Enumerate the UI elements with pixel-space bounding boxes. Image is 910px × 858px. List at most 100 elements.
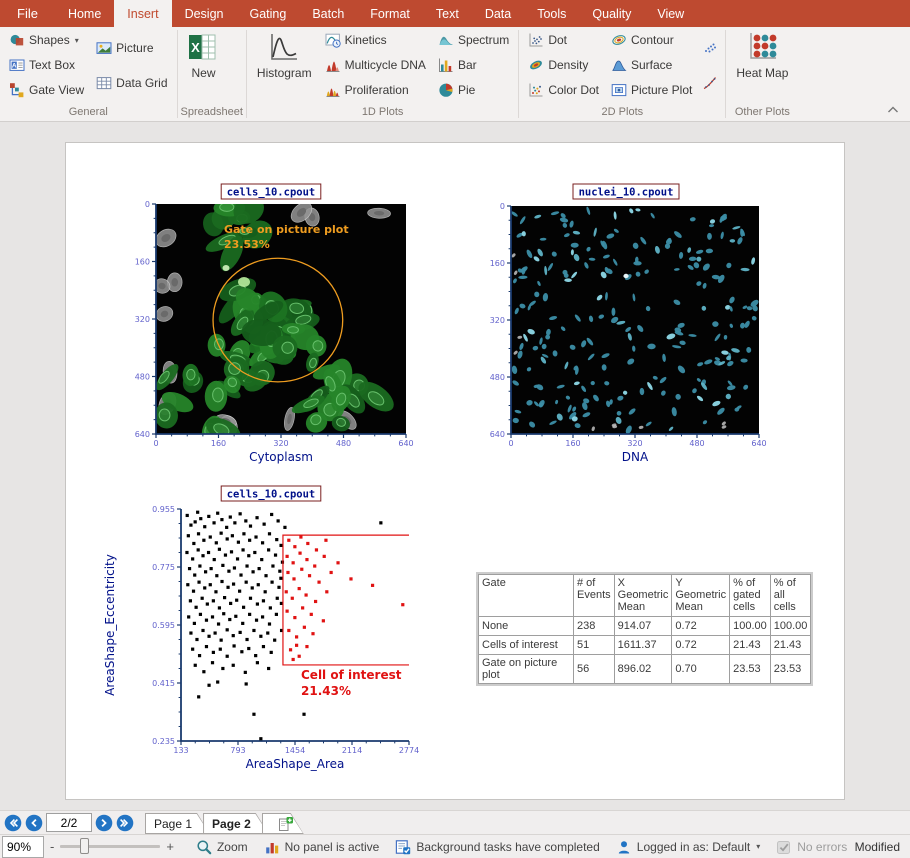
gate-percent-label: 21.43% xyxy=(301,684,351,698)
layout-page[interactable]: cells_10.cpout Gate on picture plot 23.53%… xyxy=(65,142,845,800)
gate-view-button[interactable]: Gate View xyxy=(6,80,87,100)
plot-title: cells_10.cpout xyxy=(227,187,316,199)
picture-icon xyxy=(96,40,112,56)
x-axis-label: AreaShape_Area xyxy=(246,757,345,771)
panel-bars-icon xyxy=(264,839,280,855)
document-canvas[interactable]: cells_10.cpout Gate on picture plot 23.53%… xyxy=(0,122,910,810)
tab-home[interactable]: Home xyxy=(55,0,114,27)
mini-trend-plot-button[interactable] xyxy=(699,73,721,93)
density-plot-button[interactable]: Density xyxy=(525,55,602,75)
zoom-slider[interactable] xyxy=(60,845,160,848)
y-tick-label: 160 xyxy=(490,259,505,268)
picture-plot-nuclei[interactable]: nuclei_10.cpout0160320480640016032048064… xyxy=(486,181,786,469)
table-row: Cells of interest511611.370.7221.4321.43 xyxy=(479,636,811,655)
proliferation-button[interactable]: Proliferation xyxy=(322,80,429,100)
zoom-slider-thumb[interactable] xyxy=(80,838,89,854)
tab-data[interactable]: Data xyxy=(472,0,524,27)
zoom-percent-input[interactable] xyxy=(2,836,44,858)
first-page-button[interactable] xyxy=(4,814,22,832)
surface-plot-button[interactable]: Surface xyxy=(608,55,695,75)
last-page-button[interactable] xyxy=(116,814,134,832)
tab-insert[interactable]: Insert xyxy=(114,0,171,27)
mini-dot-plot-button[interactable] xyxy=(699,38,721,58)
collapse-ribbon-button[interactable] xyxy=(885,102,901,118)
x-tick-label: 0 xyxy=(508,439,513,448)
heat-map-label: Heat Map xyxy=(736,66,788,80)
tab-gating[interactable]: Gating xyxy=(236,0,299,27)
previous-page-button[interactable] xyxy=(25,814,43,832)
table-cell: 51 xyxy=(574,636,615,655)
shapes-button[interactable]: Shapes▾ xyxy=(6,30,87,50)
picture-plot-cells[interactable]: cells_10.cpoutGate on picture plot23.53%… xyxy=(131,181,421,469)
color-dot-button[interactable]: Color Dot xyxy=(525,80,602,100)
scatter-series xyxy=(185,511,382,741)
zoom-in-button[interactable]: + xyxy=(160,839,180,854)
surface-plot-icon xyxy=(611,57,627,73)
y-tick-label: 160 xyxy=(135,257,150,266)
gate-label[interactable]: Cell of interest xyxy=(301,668,402,682)
proliferation-label: Proliferation xyxy=(345,83,409,97)
dot-plot-icon xyxy=(528,32,544,48)
dot-plot-button[interactable]: Dot xyxy=(525,30,602,50)
ribbon: Shapes▾ AText Box Gate View Picture Data… xyxy=(0,27,910,122)
next-page-button[interactable] xyxy=(95,814,113,832)
multicycle-dna-icon xyxy=(325,57,341,73)
login-status[interactable]: Logged in as: Default▾ xyxy=(616,839,760,855)
background-tasks-icon xyxy=(395,839,411,855)
y-tick-label: 480 xyxy=(135,372,150,381)
gate-label[interactable]: Gate on picture plot xyxy=(224,223,349,236)
x-tick-label: 133 xyxy=(173,746,188,755)
status-bar: - + Zoom No panel is active Background t… xyxy=(0,834,910,858)
picture-button[interactable]: Picture xyxy=(93,38,170,58)
tab-format[interactable]: Format xyxy=(357,0,423,27)
table-header-cell: % of all cells xyxy=(770,575,811,617)
contour-plot-button[interactable]: Contour xyxy=(608,30,695,50)
tab-quality[interactable]: Quality xyxy=(579,0,644,27)
new-spreadsheet-label: New xyxy=(192,66,216,80)
ribbon-group-other-plots: Heat Map Other Plots xyxy=(726,27,798,121)
zoom-out-button[interactable]: - xyxy=(44,839,60,854)
histogram-button[interactable]: Histogram xyxy=(250,28,319,80)
group-label-1d-plots: 1D Plots xyxy=(250,104,515,121)
data-grid-button[interactable]: Data Grid xyxy=(93,73,170,93)
picture-plot-icon xyxy=(611,82,627,98)
new-spreadsheet-button[interactable]: XNew xyxy=(181,28,227,80)
page-position-indicator[interactable]: 2/2 xyxy=(46,813,92,832)
table-cell: Gate on picture plot xyxy=(479,655,574,684)
multicycle-dna-button[interactable]: Multicycle DNA xyxy=(322,55,429,75)
statistics-table[interactable]: Gate# of EventsX Geometric MeanY Geometr… xyxy=(476,572,813,686)
tab-tools[interactable]: Tools xyxy=(524,0,579,27)
pie-plot-icon xyxy=(438,82,454,98)
tab-batch[interactable]: Batch xyxy=(299,0,357,27)
table-header-cell: % of gated cells xyxy=(730,575,771,617)
pie-plot-button[interactable]: Pie xyxy=(435,80,512,100)
plot-title: cells_10.cpout xyxy=(227,489,316,501)
bar-plot-button[interactable]: Bar xyxy=(435,55,512,75)
picture-plot-button[interactable]: Picture Plot xyxy=(608,80,695,100)
scatter-gate-rectangle[interactable] xyxy=(283,535,409,665)
page-tab-1[interactable]: Page 1 xyxy=(145,813,210,834)
spectrum-button[interactable]: Spectrum xyxy=(435,30,512,50)
scatter-plot[interactable]: cells_10.cpout1337931454211427740.9550.7… xyxy=(101,483,441,783)
text-box-button[interactable]: AText Box xyxy=(6,55,87,75)
y-tick-label: 640 xyxy=(135,430,150,439)
zoom-tool[interactable]: Zoom xyxy=(196,839,248,855)
page-tab-2-label: Page 2 xyxy=(203,817,269,831)
tab-view[interactable]: View xyxy=(644,0,697,27)
table-cell: Cells of interest xyxy=(479,636,574,655)
table-cell: 23.53 xyxy=(770,655,811,684)
tab-design[interactable]: Design xyxy=(172,0,237,27)
zoom-tool-label: Zoom xyxy=(217,840,248,854)
background-tasks-status[interactable]: Background tasks have completed xyxy=(395,839,599,855)
surface-plot-label: Surface xyxy=(631,58,672,72)
new-page-tab-button[interactable] xyxy=(262,813,304,834)
group-label-2d-plots: 2D Plots xyxy=(522,104,722,121)
kinetics-button[interactable]: Kinetics xyxy=(322,30,429,50)
tab-file[interactable]: File xyxy=(0,0,55,27)
tab-text[interactable]: Text xyxy=(423,0,472,27)
table-cell: 1611.37 xyxy=(614,636,672,655)
y-tick-label: 640 xyxy=(490,430,505,439)
page-tab-2[interactable]: Page 2 xyxy=(203,813,269,834)
text-box-label: Text Box xyxy=(29,58,75,72)
heat-map-button[interactable]: Heat Map xyxy=(729,28,795,80)
